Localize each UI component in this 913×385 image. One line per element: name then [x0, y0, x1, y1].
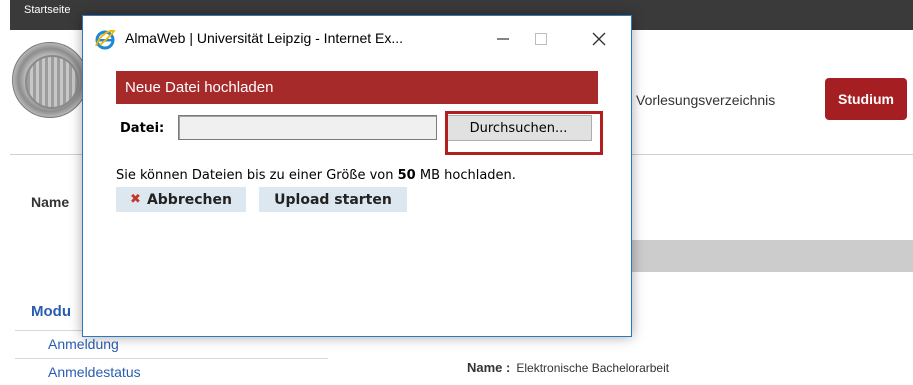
- minimize-icon: [497, 38, 509, 40]
- dialog-header: Neue Datei hochladen: [116, 71, 598, 104]
- close-button[interactable]: [581, 24, 617, 54]
- info-size: 50: [397, 168, 416, 183]
- file-path-input[interactable]: [178, 115, 437, 140]
- sidebar-section-title: Modu: [31, 303, 71, 320]
- close-x-icon: ✖: [130, 192, 141, 207]
- cancel-label: Abbrechen: [146, 191, 232, 208]
- window-title: AlmaWeb | Universität Leipzig - Internet…: [125, 30, 404, 46]
- start-upload-button[interactable]: Upload starten: [259, 187, 407, 212]
- maximize-icon: [535, 33, 547, 45]
- info-prefix: Sie können Dateien bis zu einer Größe vo…: [116, 168, 394, 183]
- info-suffix: MB hochladen.: [419, 168, 516, 183]
- browse-button[interactable]: Durchsuchen...: [445, 115, 592, 141]
- detail-name-value: Elektronische Bachelorarbeit: [516, 361, 670, 375]
- name-label: Name: [31, 194, 70, 210]
- detail-name-label: Name :: [467, 360, 511, 375]
- cancel-button[interactable]: ✖ Abbrechen: [116, 187, 246, 212]
- divider: [15, 358, 328, 359]
- detail-name-row: Name : Elektronische Bachelorarbeit: [467, 360, 669, 375]
- breadcrumb-home[interactable]: Startseite: [24, 4, 70, 16]
- section-band: [630, 240, 913, 272]
- nav-studium-button[interactable]: Studium: [825, 78, 907, 120]
- upload-limit-info: Sie können Dateien bis zu einer Größe vo…: [116, 168, 516, 183]
- maximize-button[interactable]: [523, 24, 559, 54]
- sidebar-item-anmeldestatus[interactable]: Anmeldestatus: [48, 364, 141, 380]
- nav-vorlesungsverzeichnis[interactable]: Vorlesungsverzeichnis: [636, 92, 775, 108]
- university-seal-logo[interactable]: [12, 42, 88, 118]
- window-titlebar[interactable]: AlmaWeb | Universität Leipzig - Internet…: [83, 16, 631, 62]
- upload-dialog-window: AlmaWeb | Universität Leipzig - Internet…: [82, 15, 632, 337]
- sidebar-item-anmeldung[interactable]: Anmeldung: [48, 336, 119, 352]
- file-label: Datei:: [120, 121, 165, 136]
- minimize-button[interactable]: [485, 24, 521, 54]
- internet-explorer-icon: [95, 29, 116, 50]
- close-icon: [592, 32, 606, 46]
